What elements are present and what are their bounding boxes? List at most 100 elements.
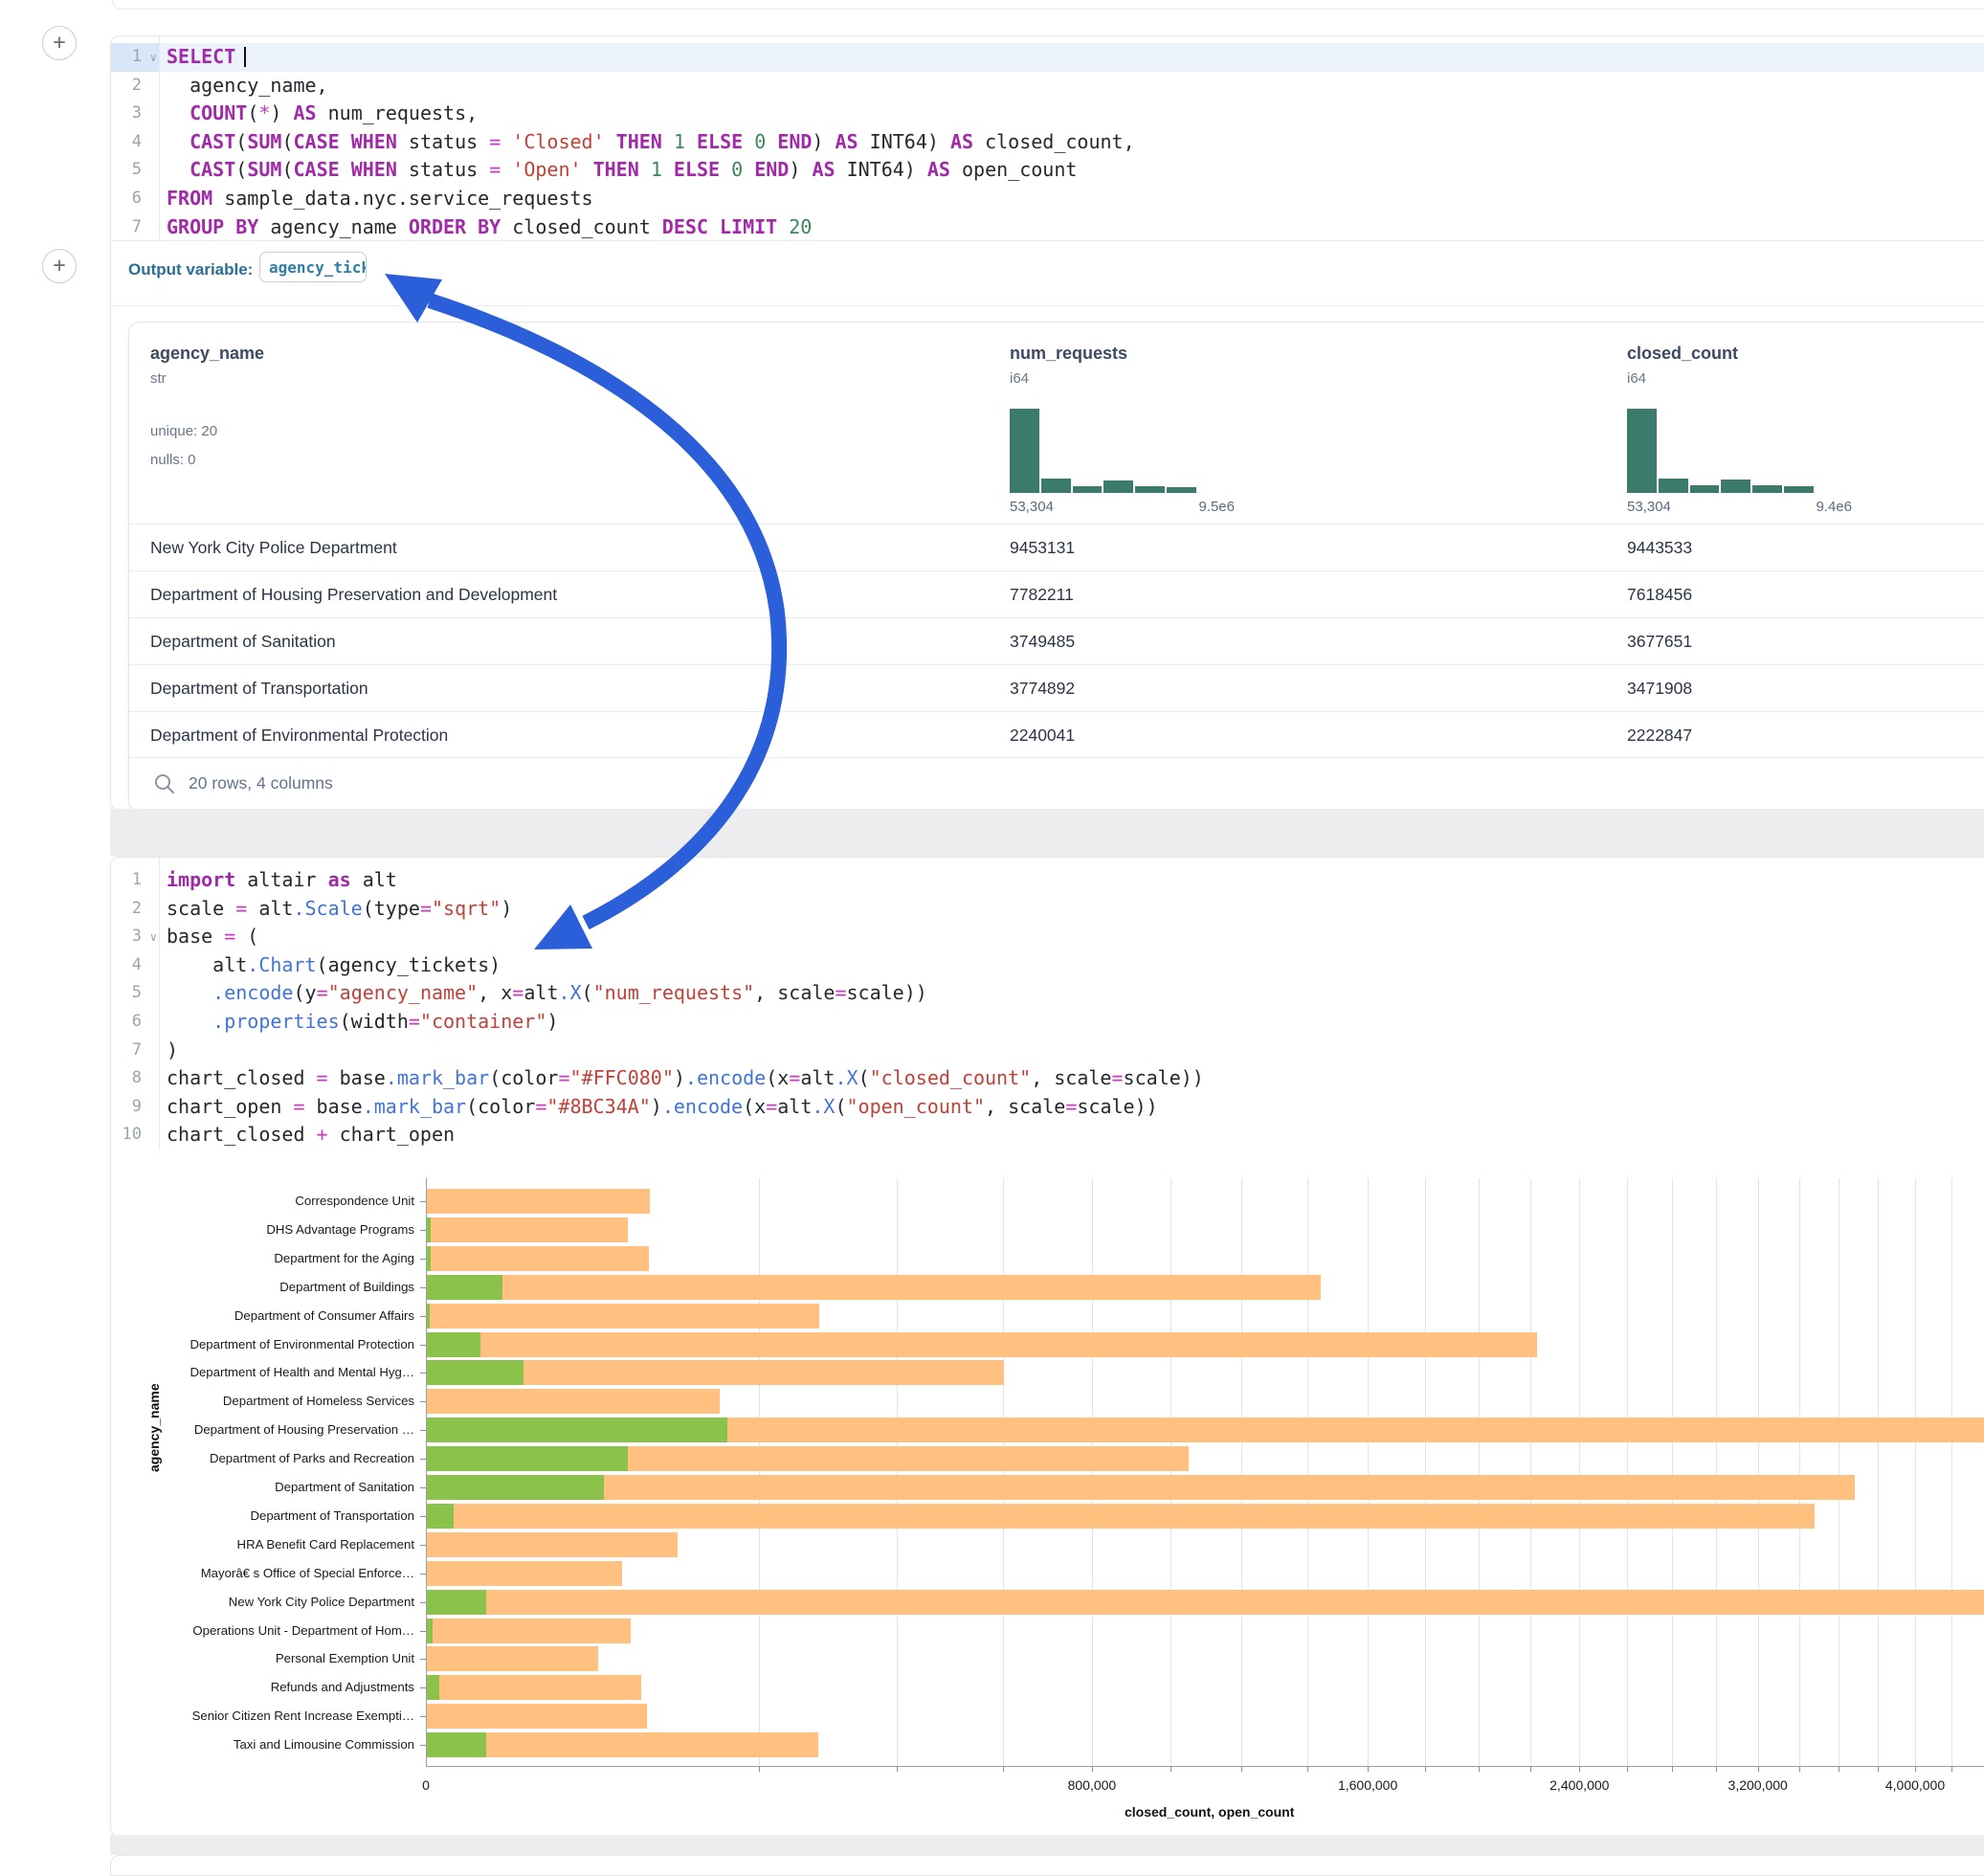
gridline	[1425, 1178, 1426, 1766]
code-line[interactable]: 4 CAST(SUM(CASE WHEN status = 'Closed' T…	[111, 128, 1984, 157]
bar-open-count	[427, 1332, 480, 1357]
line-number: 2	[132, 895, 142, 924]
code-line[interactable]: 6 .properties(width="container")	[111, 1008, 1984, 1037]
code-line[interactable]: 3∨base = (	[111, 923, 1984, 951]
line-number: 4	[132, 128, 142, 157]
bar-open-count	[427, 1360, 524, 1385]
y-axis-label: Mayorâ€ s Office of Special Enforce…	[201, 1566, 414, 1580]
table-footer: 20 rows, 4 columns	[129, 757, 1984, 811]
gridline	[1951, 1178, 1952, 1766]
histogram-bar	[1135, 486, 1165, 493]
histogram-bar	[1690, 485, 1720, 493]
table-cell: 9443533	[1627, 525, 1692, 571]
column-stat: nulls: 0	[150, 452, 196, 468]
column-stat: unique: 20	[150, 423, 217, 439]
gridline	[1307, 1178, 1308, 1766]
column-header[interactable]: agency_name	[150, 344, 264, 364]
line-number: 6	[132, 185, 142, 213]
sql-code-editor[interactable]: 1∨SELECT2 agency_name,3 COUNT(*) AS num_…	[111, 43, 1984, 241]
bar-open-count	[427, 1590, 486, 1615]
code-line[interactable]: 8chart_closed = base.mark_bar(color="#FF…	[111, 1064, 1984, 1093]
code-line[interactable]: 1import altair as alt	[111, 866, 1984, 895]
code-line[interactable]: 4 alt.Chart(agency_tickets)	[111, 951, 1984, 980]
output-variable-row: Output variable: agency_tickets	[111, 240, 1984, 306]
table-cell: 3749485	[1010, 618, 1075, 665]
table-cell: 7618456	[1627, 571, 1692, 618]
previous-cell-edge	[112, 0, 1984, 10]
y-axis-label: Department of Parks and Recreation	[210, 1451, 414, 1465]
chevron-down-icon[interactable]: ∨	[150, 44, 157, 73]
gridline	[1716, 1178, 1717, 1766]
line-number: 9	[132, 1093, 142, 1122]
gridline	[1799, 1178, 1800, 1766]
x-axis-label: 1,600,000	[1338, 1777, 1397, 1793]
code-line[interactable]: 7GROUP BY agency_name ORDER BY closed_co…	[111, 213, 1984, 242]
column-header[interactable]: num_requests	[1010, 344, 1127, 364]
y-axis-label: DHS Advantage Programs	[266, 1222, 414, 1237]
histogram-bar	[1752, 485, 1782, 493]
y-axis-label: New York City Police Department	[229, 1595, 414, 1609]
y-axis-label: Department of Buildings	[279, 1280, 414, 1294]
search-icon[interactable]	[153, 772, 176, 795]
bar-open-count	[427, 1504, 454, 1529]
bar-open-count	[427, 1246, 431, 1271]
code-line[interactable]: 5 CAST(SUM(CASE WHEN status = 'Open' THE…	[111, 156, 1984, 185]
y-axis-label: Department of Sanitation	[275, 1480, 414, 1494]
bar-open-count	[427, 1275, 502, 1300]
python-code-editor[interactable]: 1import altair as alt2scale = alt.Scale(…	[111, 866, 1984, 1150]
gridline	[1241, 1178, 1242, 1766]
table-row: New York City Police Department945313194…	[129, 524, 1984, 571]
y-axis-label: Refunds and Adjustments	[271, 1680, 414, 1694]
code-line[interactable]: 5 .encode(y="agency_name", x=alt.X("num_…	[111, 979, 1984, 1008]
bar-closed-count	[427, 1217, 628, 1242]
code-line[interactable]: 6FROM sample_data.nyc.service_requests	[111, 185, 1984, 213]
table-cell: 7782211	[1010, 571, 1074, 618]
output-variable-input[interactable]: agency_tickets	[259, 252, 367, 282]
bar-closed-count	[427, 1189, 650, 1214]
histogram-bar	[1103, 480, 1133, 493]
bar-open-count	[427, 1304, 430, 1329]
x-axis-label: 2,400,000	[1549, 1777, 1609, 1793]
code-line[interactable]: 3 COUNT(*) AS num_requests,	[111, 100, 1984, 128]
gridline	[897, 1178, 898, 1766]
x-axis-label: 0	[422, 1777, 430, 1793]
line-number: 3	[132, 923, 142, 951]
code-line[interactable]: 10chart_closed + chart_open	[111, 1121, 1984, 1150]
y-axis-label: Department of Consumer Affairs	[234, 1308, 414, 1323]
bar-closed-count	[427, 1304, 819, 1329]
column-header[interactable]: closed_count	[1627, 344, 1738, 364]
gridline	[1758, 1178, 1759, 1766]
gridline	[1627, 1178, 1628, 1766]
bar-closed-count	[427, 1504, 1815, 1529]
column-type: str	[150, 370, 167, 387]
sql-cell-card: 1∨SELECT2 agency_name,3 COUNT(*) AS num_…	[110, 35, 1984, 811]
add-cell-button-output[interactable]: +	[42, 249, 77, 283]
add-cell-button-top[interactable]: +	[42, 26, 77, 60]
table-cell: Department of Transportation	[150, 665, 368, 712]
code-line[interactable]: 1∨SELECT	[111, 43, 1984, 72]
x-axis-label: 3,200,000	[1728, 1777, 1788, 1793]
gridline	[1092, 1178, 1093, 1766]
gutter-separator	[159, 858, 160, 1150]
line-number: 7	[132, 1037, 142, 1065]
column-type: i64	[1627, 370, 1646, 387]
code-line[interactable]: 2scale = alt.Scale(type="sqrt")	[111, 895, 1984, 924]
x-axis-label: 800,000	[1068, 1777, 1117, 1793]
y-axis-label: Department of Environmental Protection	[189, 1337, 414, 1351]
gridline	[1479, 1178, 1480, 1766]
code-line[interactable]: 7)	[111, 1037, 1984, 1065]
histogram-bar	[1041, 479, 1071, 493]
code-line[interactable]: 2 agency_name,	[111, 72, 1984, 100]
table-row: Department of Sanitation37494853677651	[129, 617, 1984, 665]
table-row: Department of Housing Preservation and D…	[129, 570, 1984, 618]
chevron-down-icon[interactable]: ∨	[150, 924, 157, 952]
bar-closed-count	[427, 1646, 598, 1671]
cell-gap	[110, 809, 1984, 857]
bar-open-count	[427, 1619, 433, 1643]
table-cell: 3774892	[1010, 665, 1075, 712]
y-axis-label: Department for the Aging	[274, 1251, 414, 1265]
line-number: 7	[132, 213, 142, 242]
line-number: 1	[132, 866, 142, 895]
code-line[interactable]: 9chart_open = base.mark_bar(color="#8BC3…	[111, 1093, 1984, 1122]
y-axis-label: Department of Housing Preservation …	[194, 1422, 414, 1437]
